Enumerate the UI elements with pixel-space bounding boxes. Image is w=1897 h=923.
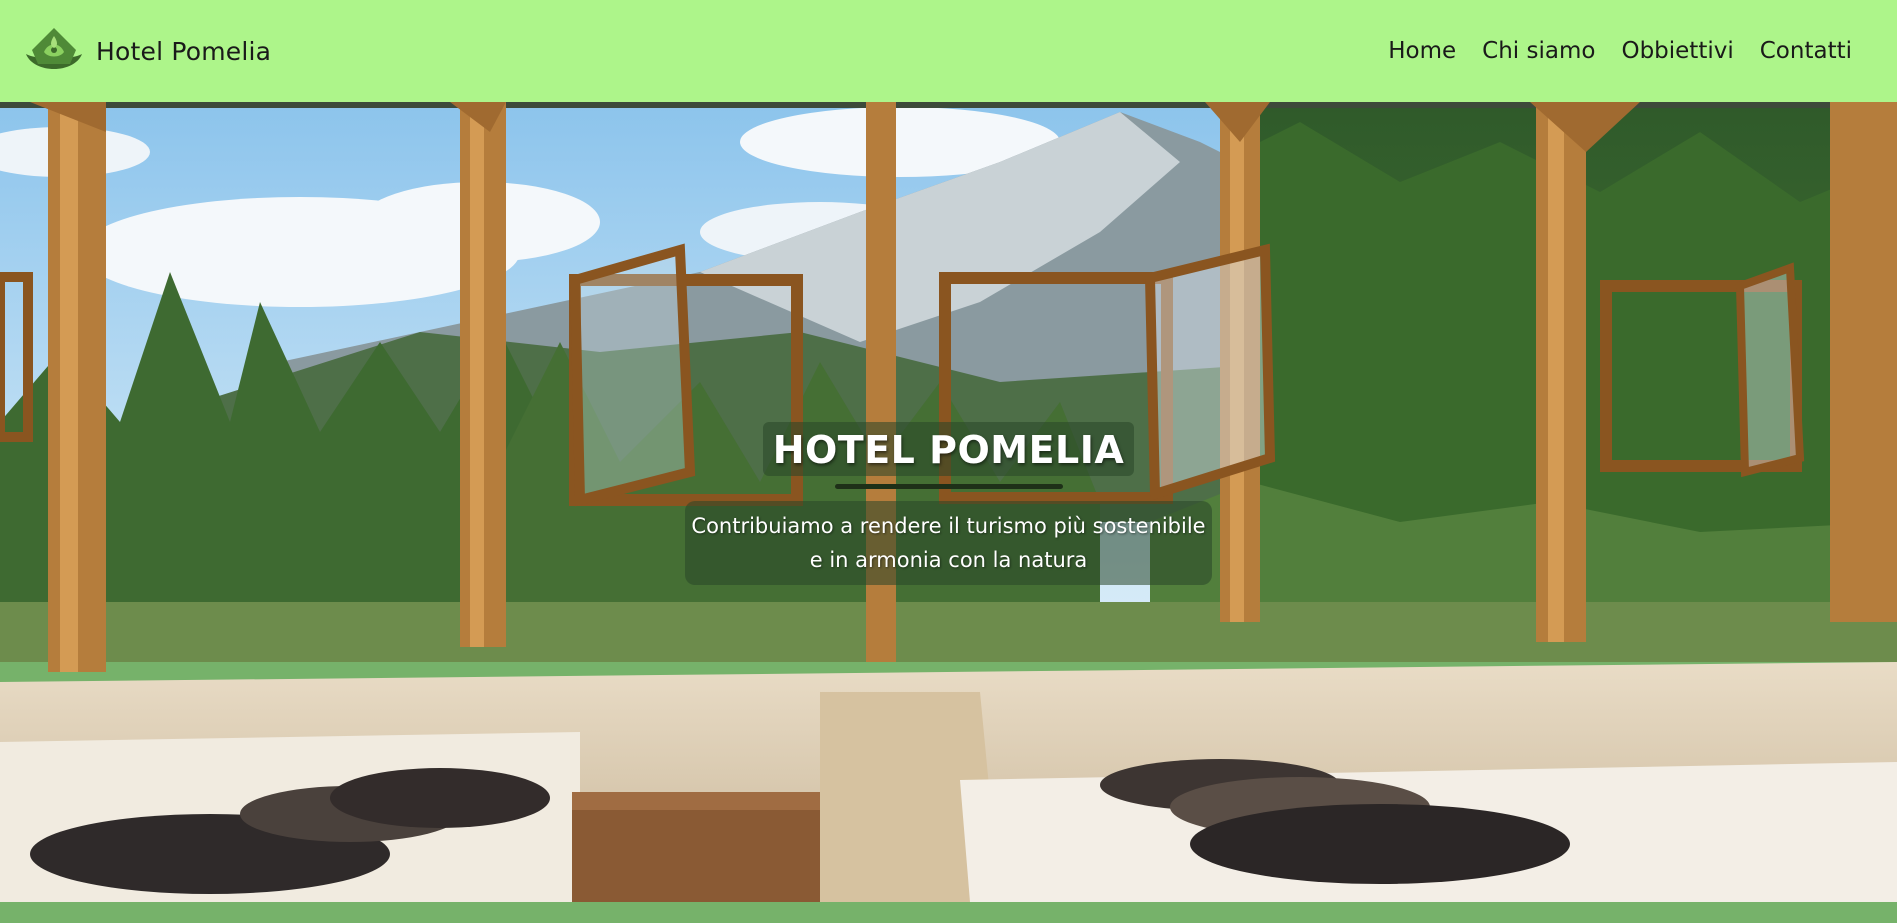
nav-link-obbiettivi[interactable]: Obbiettivi [1621, 38, 1733, 64]
title-underline [834, 484, 1063, 489]
top-navbar: Hotel Pomelia Home Chi siamo Obbiettivi … [0, 0, 1897, 102]
brand[interactable]: Hotel Pomelia [24, 24, 271, 78]
hero-subtitle-line-1: Contribuiamo a rendere il turismo più so… [691, 514, 1206, 538]
nav-link-contatti[interactable]: Contatti [1760, 38, 1852, 64]
hero-text-block: HOTEL POMELIA Contribuiamo a rendere il … [0, 422, 1897, 585]
main-nav: Home Chi siamo Obbiettivi Contatti [1388, 38, 1852, 64]
bottom-strip [0, 902, 1897, 923]
brand-name: Hotel Pomelia [96, 36, 272, 66]
lotus-leaf-icon [24, 24, 84, 78]
nav-link-home[interactable]: Home [1388, 38, 1456, 64]
hero-title: HOTEL POMELIA [762, 422, 1135, 476]
hero-subtitle: Contribuiamo a rendere il turismo più so… [685, 501, 1212, 585]
hero-subtitle-line-2: e in armonia con la natura [809, 548, 1088, 572]
nav-link-chi-siamo[interactable]: Chi siamo [1482, 38, 1595, 64]
hero-section: HOTEL POMELIA Contribuiamo a rendere il … [0, 102, 1897, 902]
